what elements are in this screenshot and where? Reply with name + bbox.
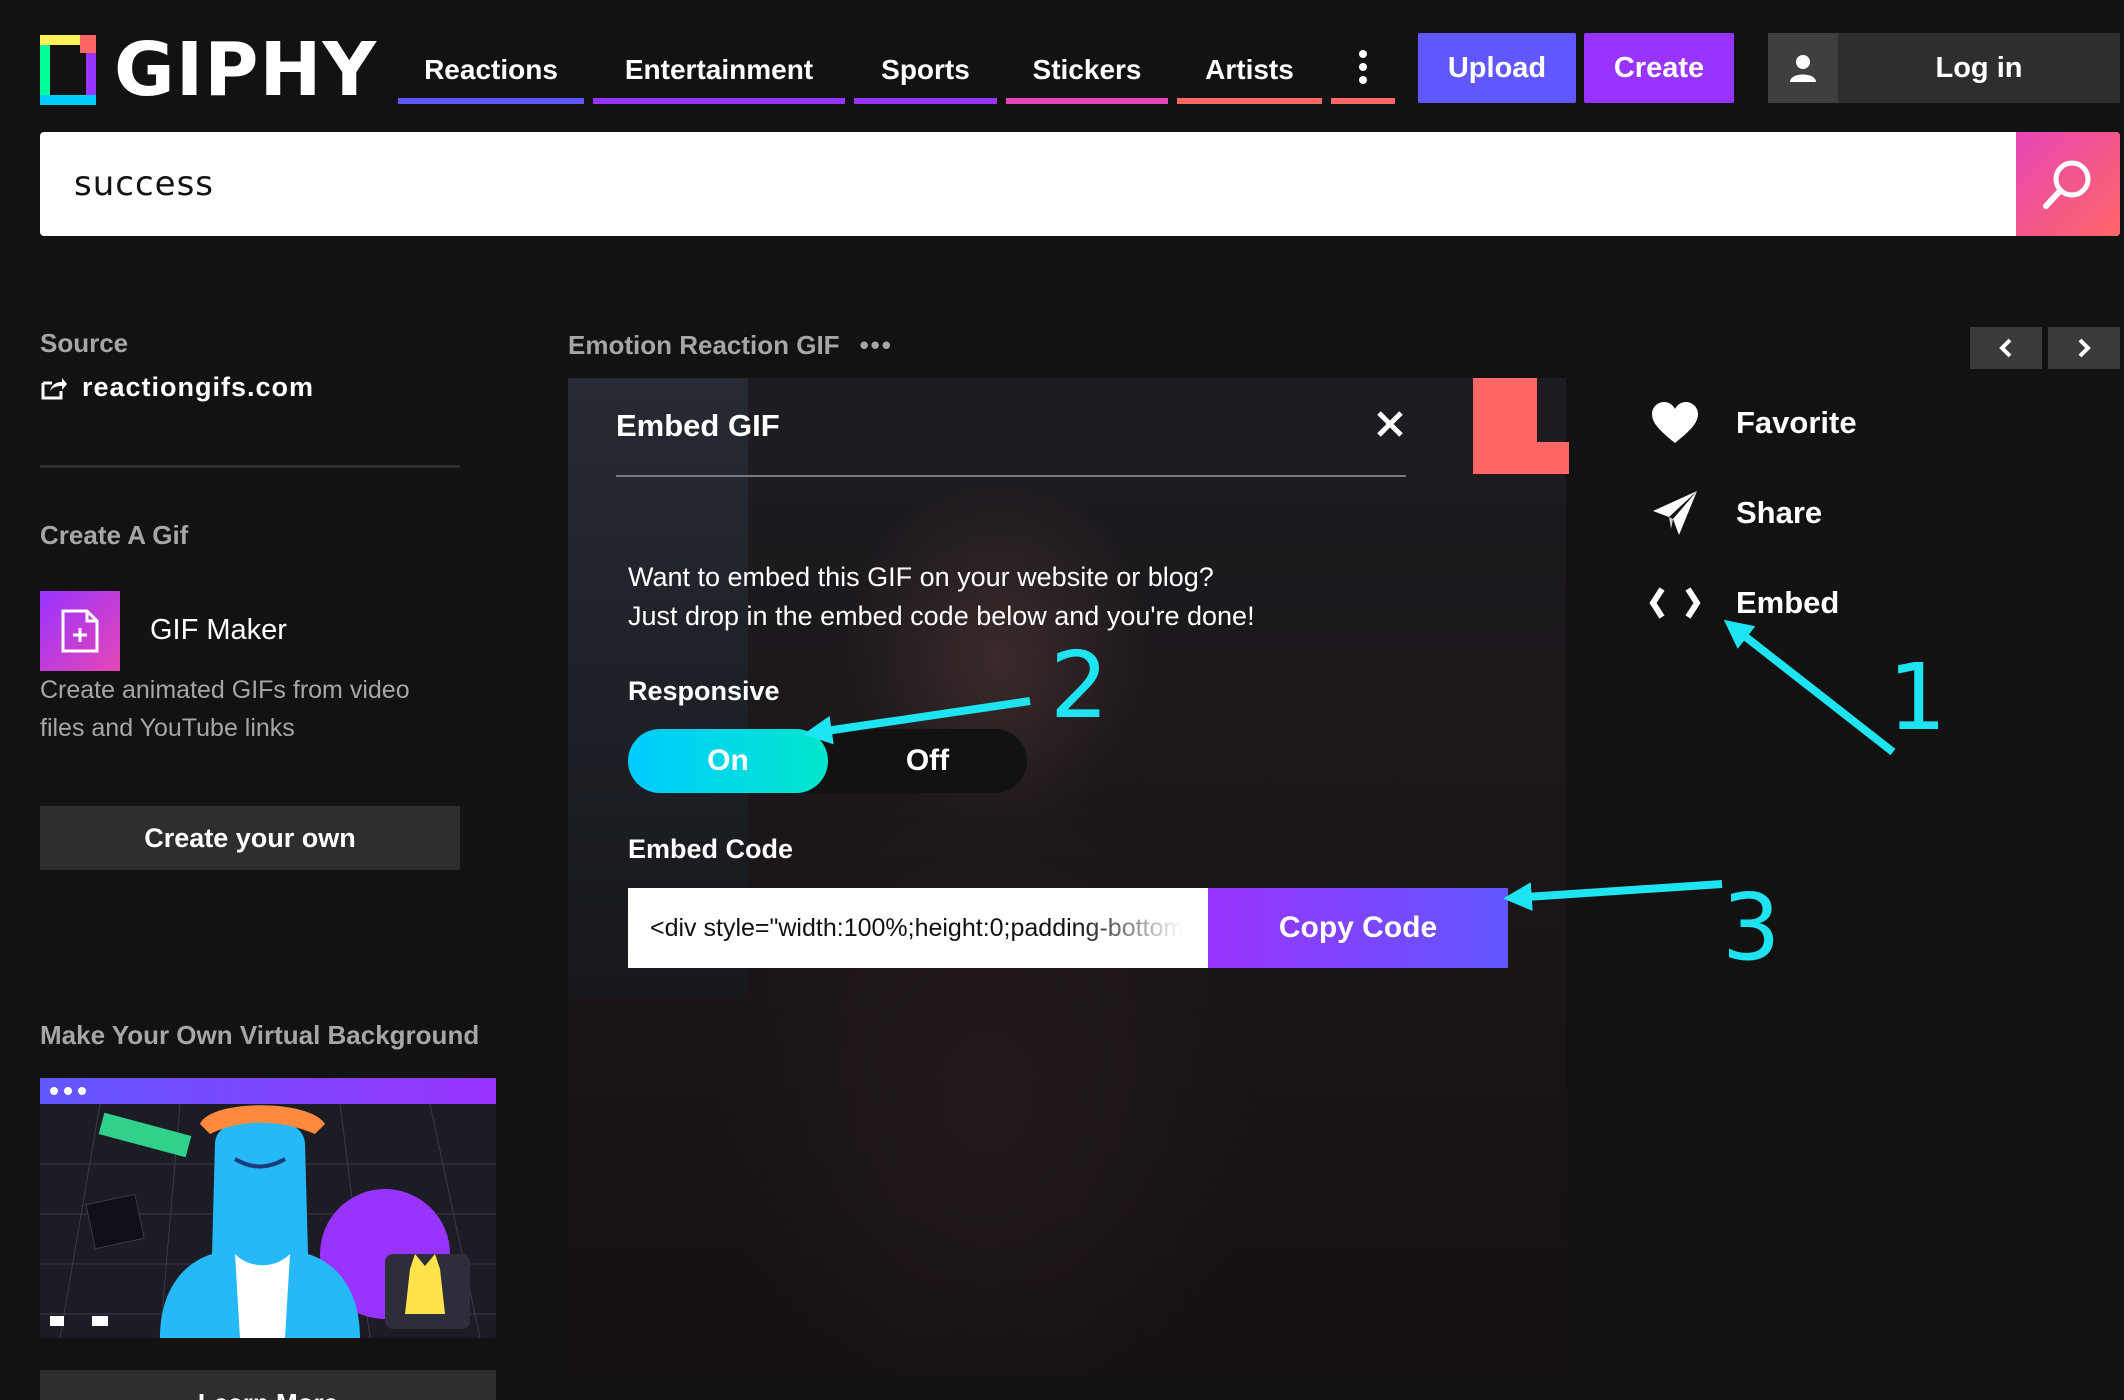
gif-maker-title[interactable]: GIF Maker — [150, 614, 287, 647]
responsive-label: Responsive — [628, 676, 780, 706]
sidebar-divider — [40, 465, 460, 468]
virtual-background-illustration — [40, 1103, 496, 1338]
close-icon — [1377, 411, 1403, 437]
embed-label: Embed — [1736, 585, 1840, 620]
nav-stickers-label: Stickers — [1032, 54, 1142, 85]
next-gif-button[interactable] — [2048, 327, 2120, 369]
nav-entertainment-label: Entertainment — [624, 54, 814, 85]
share-label: Share — [1736, 495, 1823, 530]
create-gif-heading: Create A Gif — [40, 520, 189, 550]
main-nav: Reactions Entertainment Sports Stickers … — [398, 36, 1404, 104]
user-icon — [1768, 33, 1838, 103]
virtual-background-heading: Make Your Own Virtual Background — [40, 1020, 480, 1050]
responsive-off-option[interactable]: Off — [828, 729, 1027, 793]
create-your-own-button[interactable]: Create your own — [40, 806, 460, 870]
responsive-on-option[interactable]: On — [628, 729, 828, 793]
learn-more-button[interactable]: Learn More — [40, 1370, 496, 1400]
code-brackets-icon — [1648, 578, 1702, 628]
heart-icon — [1648, 398, 1702, 448]
nav-artists-label: Artists — [1205, 54, 1294, 85]
source-heading: Source — [40, 328, 129, 358]
upload-button[interactable]: Upload — [1418, 33, 1576, 103]
search-input[interactable] — [40, 132, 2016, 236]
annotation-number-3: 3 — [1722, 874, 1781, 981]
embed-gif-title: Embed GIF — [616, 408, 780, 443]
giphy-logo-mark — [40, 35, 96, 105]
gif-more-button[interactable]: ••• — [860, 330, 893, 361]
login-button[interactable]: Log in — [1768, 33, 2120, 103]
more-vertical-icon — [1358, 49, 1368, 92]
gif-maker-description: Create animated GIFs from video files an… — [40, 676, 410, 742]
previous-gif-button[interactable] — [1970, 327, 2042, 369]
annotation-number-2: 2 — [1050, 632, 1109, 739]
favorite-label: Favorite — [1736, 405, 1857, 440]
nav-entertainment[interactable]: Entertainment — [593, 36, 845, 104]
nav-underline — [1177, 98, 1322, 104]
embed-code-label: Embed Code — [628, 834, 794, 864]
embed-description-line: Want to embed this GIF on your website o… — [628, 562, 1214, 592]
gif-title: Emotion Reaction GIF — [568, 330, 840, 360]
gif-preview — [568, 378, 1566, 1378]
copy-code-button[interactable]: Copy Code — [1208, 888, 1508, 968]
nav-sports[interactable]: Sports — [854, 36, 997, 104]
pink-corner-decoration — [1473, 378, 1569, 474]
nav-underline — [398, 98, 584, 104]
embed-code-value: <div style="width:100%;height:0;padding-… — [650, 913, 1185, 942]
embed-description-line: Just drop in the embed code below and yo… — [628, 601, 1255, 631]
nav-reactions[interactable]: Reactions — [398, 36, 584, 104]
share-action[interactable]: Share — [1648, 488, 1822, 538]
vbg-window-bar — [40, 1078, 496, 1104]
embed-divider — [616, 475, 1406, 477]
source-link[interactable]: reactiongifs.com — [40, 372, 314, 403]
gif-title-row: Emotion Reaction GIF ••• — [568, 330, 893, 361]
source-link-label: reactiongifs.com — [82, 372, 315, 402]
nav-stickers[interactable]: Stickers — [1006, 36, 1168, 104]
nav-underline — [593, 98, 845, 104]
favorite-action[interactable]: Favorite — [1648, 398, 1857, 448]
nav-underline — [1006, 98, 1168, 104]
login-label: Log in — [1935, 51, 2023, 84]
gif-maker-icon[interactable] — [40, 591, 120, 671]
nav-underline — [1331, 98, 1395, 104]
create-button[interactable]: Create — [1584, 33, 1734, 103]
nav-underline — [854, 98, 997, 104]
nav-sports-label: Sports — [881, 54, 970, 85]
chevron-right-icon — [2078, 338, 2091, 358]
nav-more-button[interactable] — [1331, 36, 1395, 104]
virtual-background-card[interactable] — [40, 1078, 496, 1338]
close-embed-button[interactable] — [1370, 404, 1410, 444]
search-button[interactable] — [2016, 132, 2120, 236]
annotation-number-1: 1 — [1888, 644, 1947, 751]
embed-code-field[interactable]: <div style="width:100%;height:0;padding-… — [628, 888, 1208, 968]
giphy-logo[interactable]: GIPHY — [40, 27, 378, 113]
embed-description: Want to embed this GIF on your website o… — [628, 558, 1255, 636]
nav-reactions-label: Reactions — [424, 54, 558, 85]
search-bar — [40, 132, 2120, 236]
embed-action[interactable]: Embed — [1648, 578, 1839, 628]
logo-text: GIPHY — [114, 27, 378, 113]
nav-artists[interactable]: Artists — [1177, 36, 1322, 104]
paper-plane-icon — [1648, 488, 1702, 538]
chevron-left-icon — [1999, 338, 2012, 358]
arrow-1 — [1723, 619, 1896, 756]
responsive-toggle: On Off — [628, 729, 1027, 793]
external-link-icon — [41, 377, 67, 399]
search-icon — [2043, 160, 2091, 209]
